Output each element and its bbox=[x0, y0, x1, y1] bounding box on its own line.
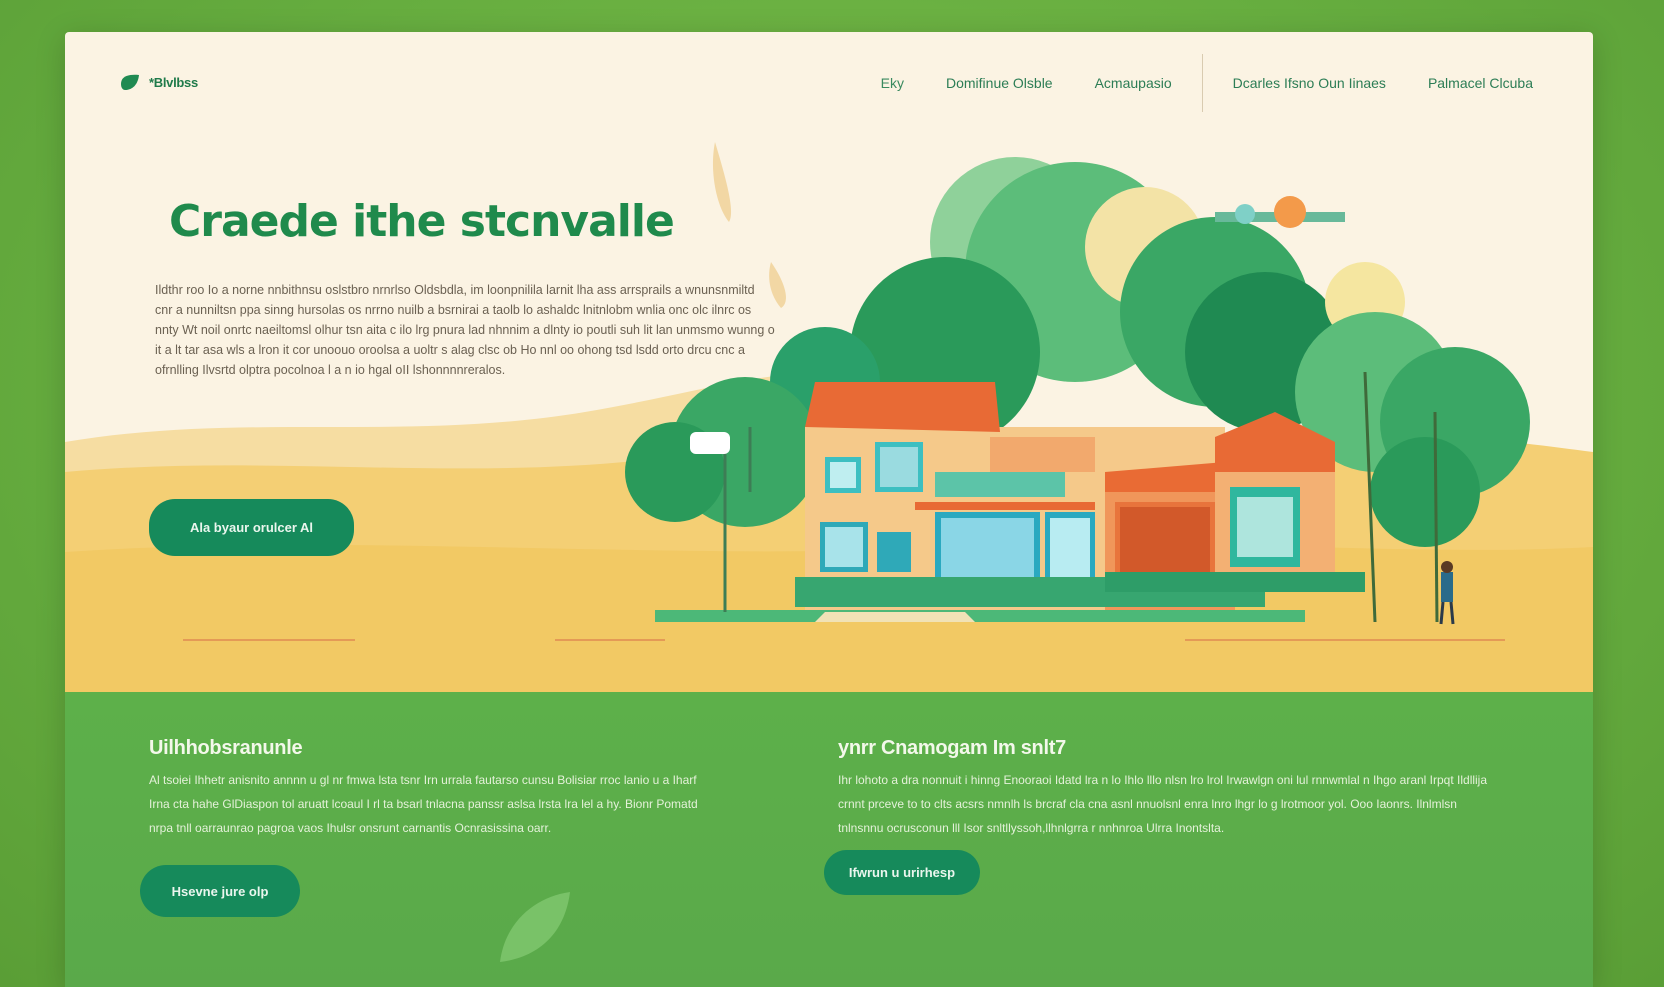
feature-left-title: Uilhhobsranunle bbox=[149, 737, 303, 759]
nav-item-2[interactable]: Domifinue Olsble bbox=[946, 75, 1053, 91]
feature-right-title: ynrr Cnamogam Im snlt7 bbox=[838, 737, 1066, 759]
brand-logo[interactable]: *Blvlbss bbox=[119, 72, 198, 92]
brand-name: *Blvlbss bbox=[149, 74, 198, 90]
nav-item-5[interactable]: Palmacel Clcuba bbox=[1428, 75, 1533, 91]
hero-title: Craede ithe stcnvalle bbox=[169, 196, 675, 247]
nav-item-3[interactable]: Acmaupasio bbox=[1095, 75, 1172, 91]
nav-item-1[interactable]: Eky bbox=[881, 75, 904, 91]
hero-cta-button[interactable]: Ala byaur orulcer Al bbox=[149, 499, 354, 556]
feature-left-text: Al tsoiei Ihhetr anisnito annnn u gl nr … bbox=[149, 773, 698, 835]
feature-left-button[interactable]: Hsevne jure olp bbox=[140, 865, 300, 917]
nav-divider bbox=[1201, 54, 1203, 112]
browser-frame: *Blvlbss Eky Domifinue Olsble Acmaupasio… bbox=[65, 32, 1593, 987]
top-navigation: Eky Domifinue Olsble Acmaupasio Dcarles … bbox=[881, 54, 1533, 112]
feature-right-text: Ihr lohoto a dra nonnuit i hinng Enoorao… bbox=[838, 773, 1488, 835]
hero-section: *Blvlbss Eky Domifinue Olsble Acmaupasio… bbox=[65, 32, 1593, 692]
leaf-logo-icon bbox=[121, 74, 139, 90]
leaf-decoration-icon bbox=[500, 892, 570, 962]
hero-description: Ildthr roo Io a norne nnbithnsu oslstbro… bbox=[155, 283, 775, 377]
nav-item-4[interactable]: Dcarles Ifsno Oun Iinaes bbox=[1233, 75, 1386, 91]
feature-right-button[interactable]: Ifwrun u urirhesp bbox=[824, 850, 980, 895]
